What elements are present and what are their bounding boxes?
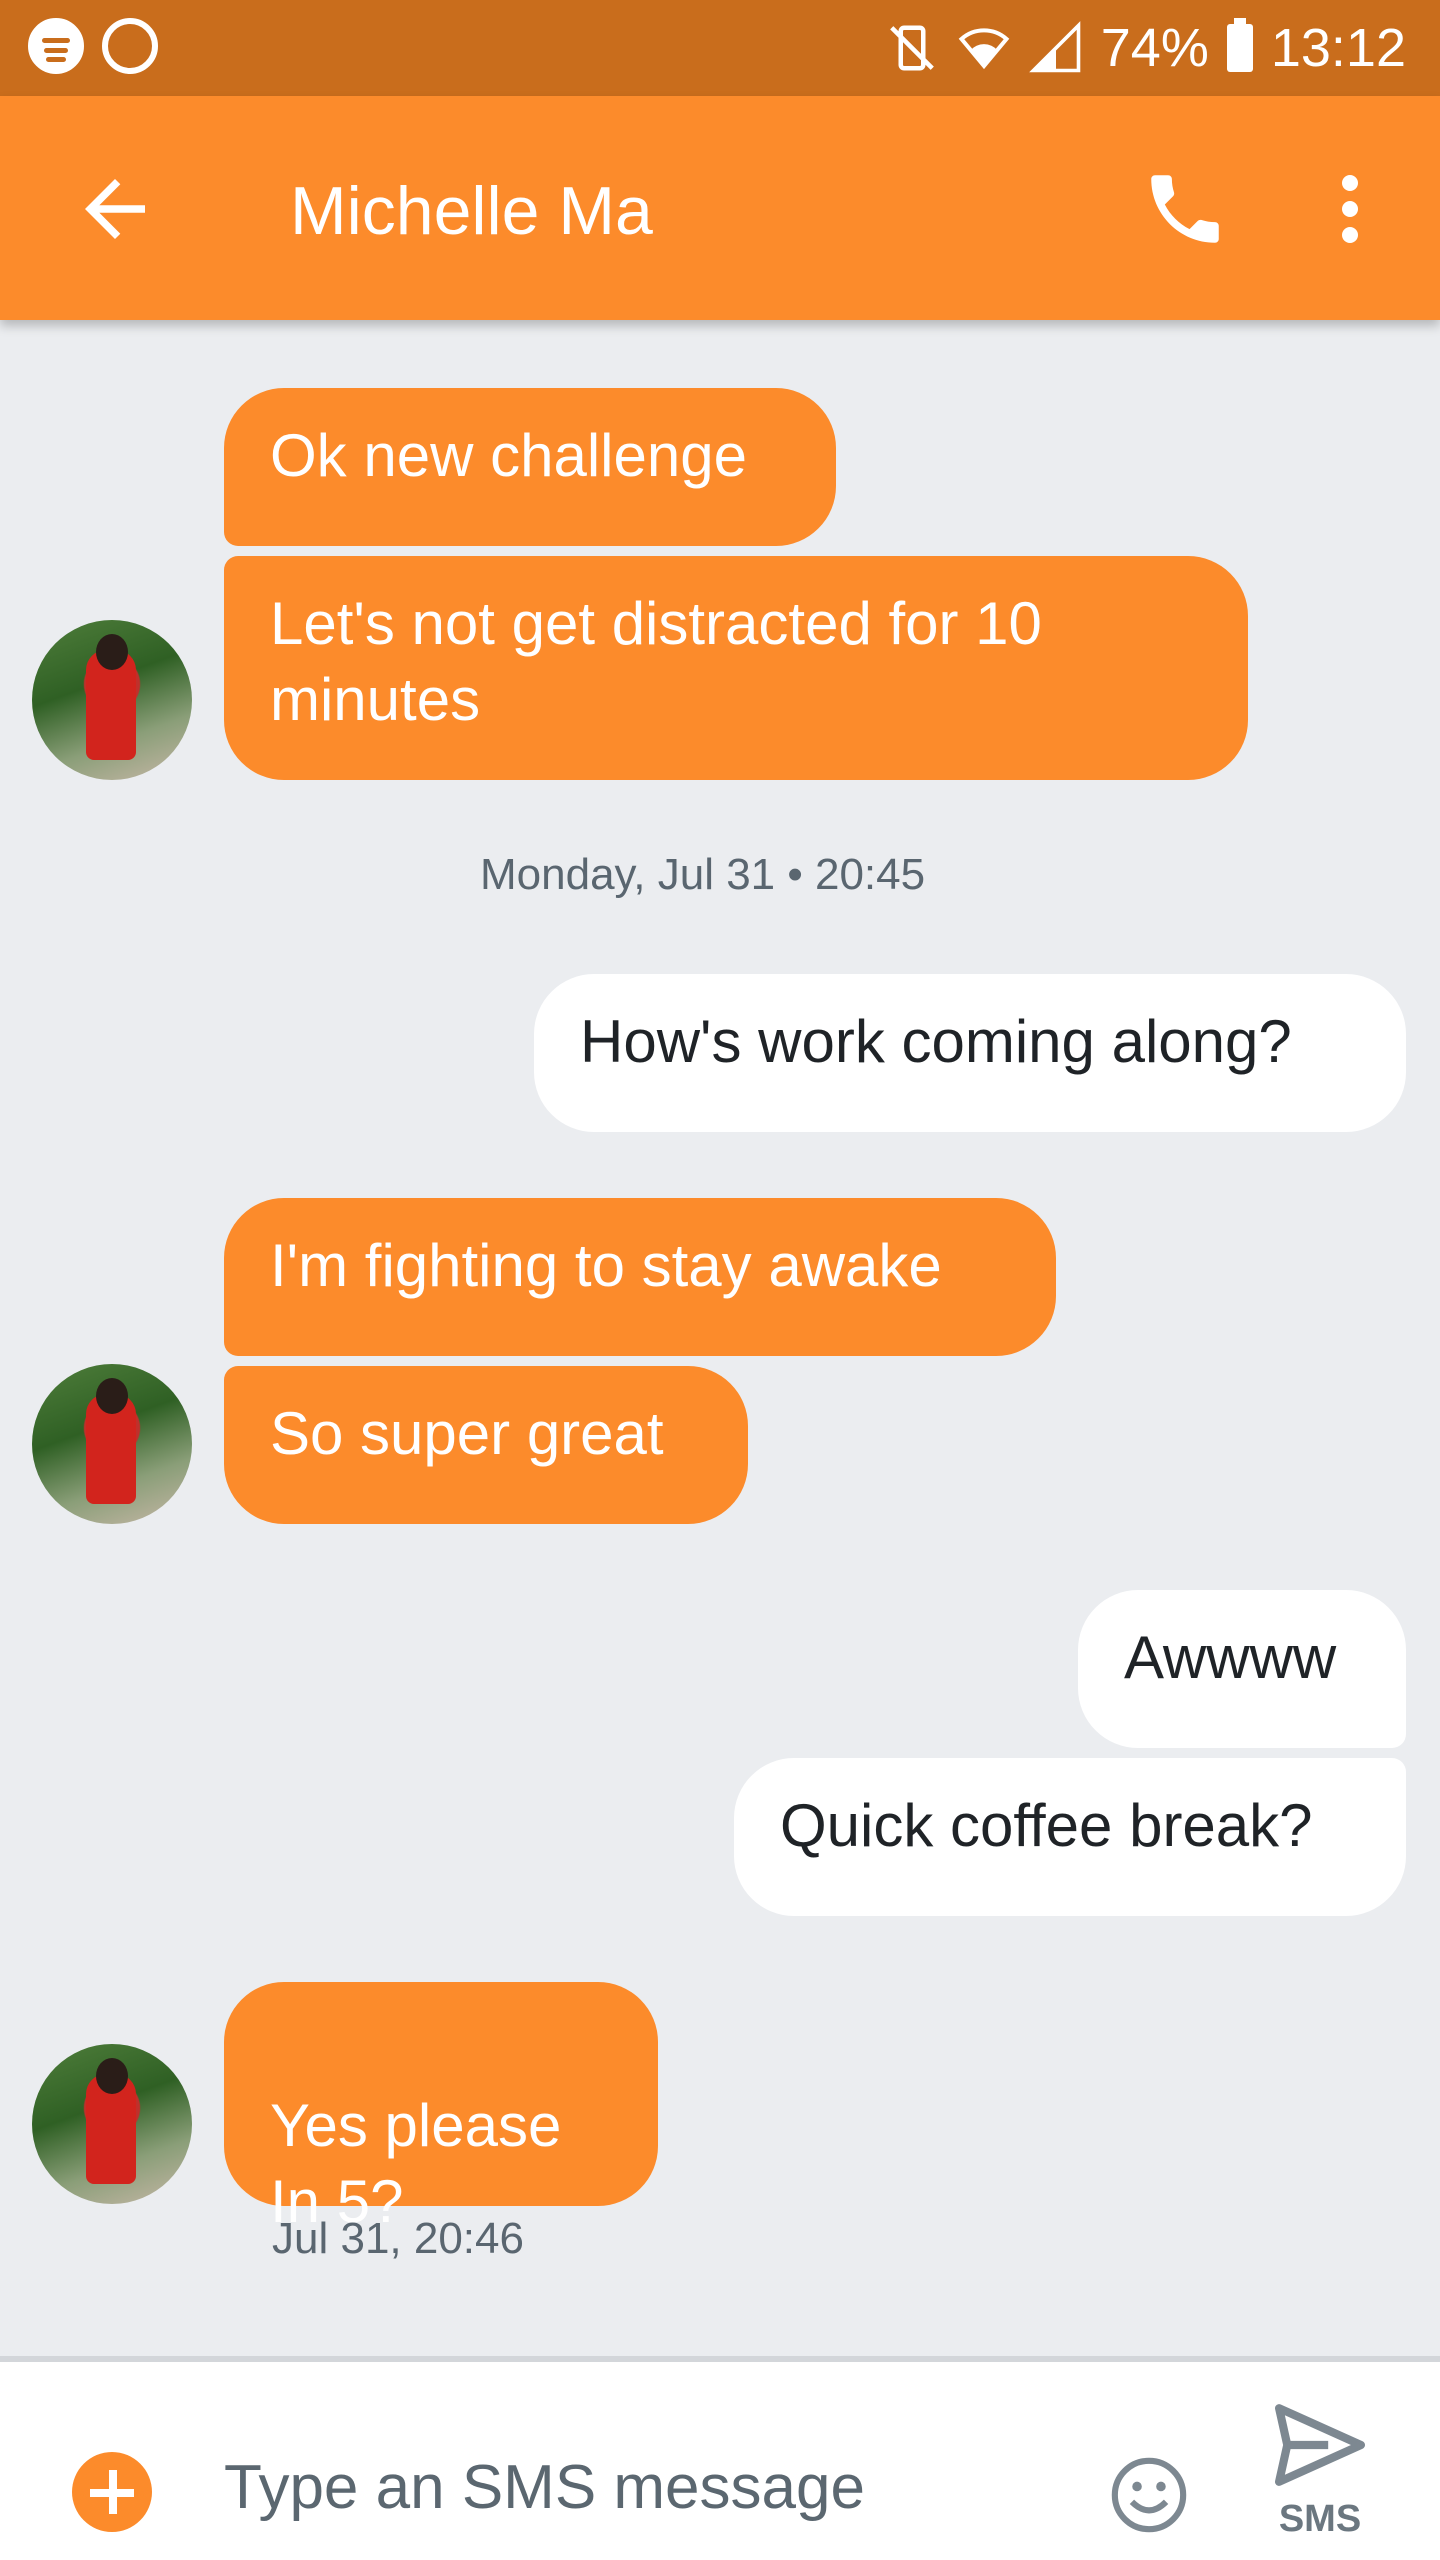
more-vert-icon xyxy=(1342,175,1358,191)
app-bar: Michelle Ma xyxy=(0,96,1440,320)
message-bubble-incoming[interactable]: I'm fighting to stay awake xyxy=(224,1198,1056,1356)
system-status: 74% 13:12 xyxy=(885,12,1406,84)
vibrate-mute-icon xyxy=(889,25,934,71)
wifi-icon xyxy=(958,28,1010,70)
message-bubble-incoming[interactable]: Let's not get distracted for 10 minutes xyxy=(224,556,1248,780)
message-text: Ok new challenge xyxy=(270,422,747,489)
message-bubble-outgoing[interactable]: Awwww xyxy=(1078,1590,1406,1748)
message-bubble-outgoing[interactable]: How's work coming along? xyxy=(534,974,1406,1132)
contact-avatar[interactable] xyxy=(32,1364,192,1524)
phone-icon xyxy=(1151,175,1219,243)
call-button[interactable] xyxy=(1140,164,1230,254)
send-icon xyxy=(1275,2404,1365,2486)
more-options-button[interactable] xyxy=(1320,164,1380,254)
arrow-back-icon xyxy=(85,179,145,239)
message-text: How's work coming along? xyxy=(580,1008,1292,1075)
message-text: Quick coffee break? xyxy=(780,1792,1313,1859)
message-text: So super great xyxy=(270,1400,664,1467)
send-button[interactable]: SMS xyxy=(1270,2400,1370,2550)
composer: SMS xyxy=(0,2362,1440,2560)
emoji-icon xyxy=(1111,2457,1187,2533)
message-bubble-outgoing[interactable]: Quick coffee break? xyxy=(734,1758,1406,1916)
send-label: SMS xyxy=(1278,2498,1362,2540)
message-bubble-incoming[interactable]: So super great xyxy=(224,1366,748,1524)
emoji-button[interactable] xyxy=(1108,2454,1190,2536)
contact-avatar[interactable] xyxy=(32,2044,192,2204)
message-text: Let's not get distracted for 10 minutes xyxy=(270,590,1042,733)
status-bar: 74% 13:12 xyxy=(0,0,1440,96)
battery-percent: 74% xyxy=(1100,18,1209,78)
message-bubble-incoming[interactable]: Yes please In 5? xyxy=(224,1982,658,2235)
battery-icon xyxy=(1226,18,1253,72)
spotify-icon xyxy=(28,18,84,74)
message-text: I'm fighting to stay awake xyxy=(270,1232,942,1299)
notification-icons xyxy=(28,18,158,74)
add-attachment-button[interactable] xyxy=(72,2452,152,2532)
message-timestamp: Jul 31, 20:46 xyxy=(272,2214,524,2263)
signal-icon xyxy=(1028,21,1081,73)
whatsapp-icon xyxy=(102,18,158,74)
message-text: Awwww xyxy=(1124,1624,1337,1691)
message-bubble-incoming[interactable]: Ok new challenge xyxy=(224,388,836,546)
contact-name: Michelle Ma xyxy=(290,173,653,249)
date-divider: Monday, Jul 31 • 20:45 xyxy=(480,850,926,899)
message-input[interactable] xyxy=(224,2432,1064,2542)
contact-avatar[interactable] xyxy=(32,620,192,780)
back-button[interactable] xyxy=(70,164,160,254)
clock: 13:12 xyxy=(1270,18,1406,78)
